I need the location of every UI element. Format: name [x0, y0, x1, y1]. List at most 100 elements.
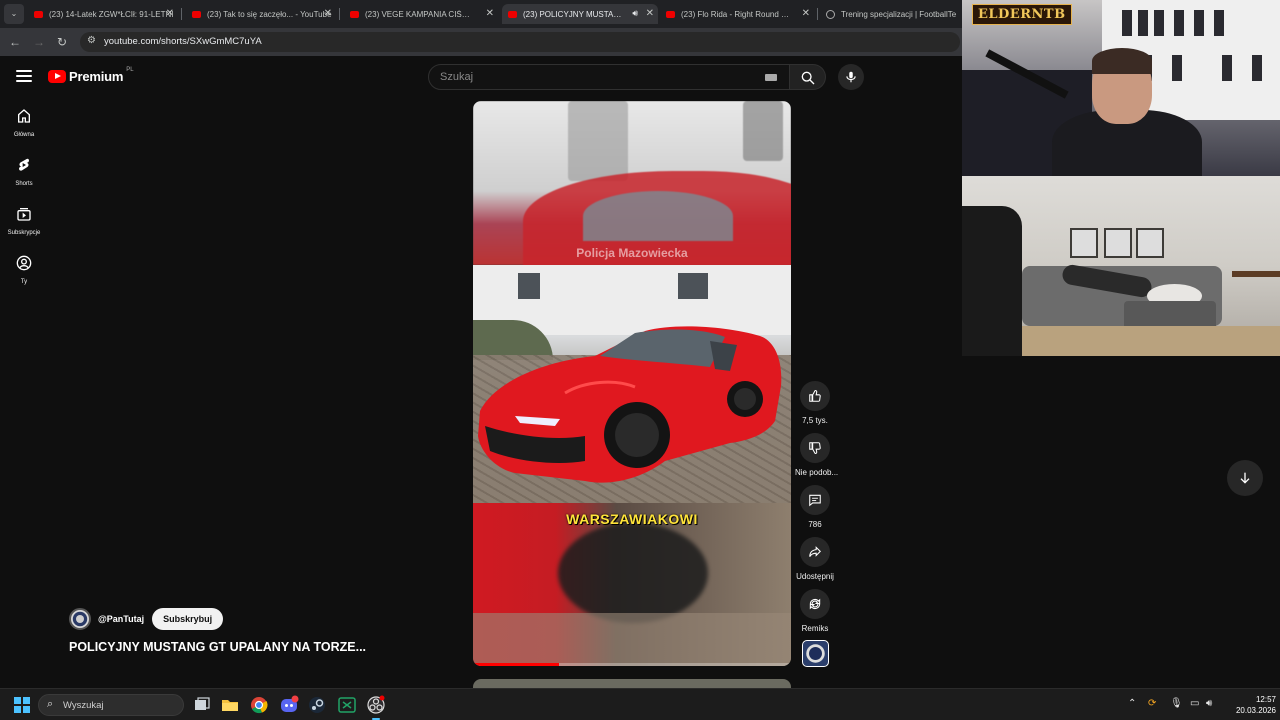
forward-arrow-icon[interactable]: → [30, 33, 48, 51]
sidebar-item-label: Ty [20, 279, 28, 285]
remix-icon [809, 598, 821, 610]
search-placeholder: Szukaj [440, 71, 474, 83]
chevron-up-icon[interactable]: ⌃ [1128, 698, 1136, 709]
share-button[interactable] [800, 537, 830, 567]
search-icon [801, 71, 815, 85]
short-title[interactable]: POLICYJNY MUSTANG GT UPALANY NA TORZE... [69, 640, 366, 654]
excel-icon[interactable] [337, 695, 357, 715]
browser-tab-6[interactable]: Trening specjalizacji | FootballTe [824, 4, 962, 24]
sidebar-item-home[interactable]: Główna [0, 108, 48, 138]
shorts-video-player[interactable]: Policja Mazowiecka WARSZAWIAKOWI [473, 101, 791, 666]
site-info-icon[interactable]: ⚙ [87, 35, 96, 46]
video-top-blurred-frame [473, 101, 791, 271]
streamer-hair [1092, 48, 1152, 74]
subscribe-button[interactable]: Subskrybuj [152, 608, 224, 630]
home-icon [18, 109, 30, 123]
close-tab-icon[interactable]: ✕ [802, 8, 810, 19]
address-bar[interactable]: ⚙ youtube.com/shorts/SXwGmMC7uYA [80, 32, 960, 52]
close-tab-icon[interactable]: ✕ [646, 8, 654, 19]
windows-start-icon[interactable] [14, 697, 30, 713]
tab-title: (23) VEGE KAMPANIA CIŚNIENIA [365, 9, 475, 19]
dining-table [1232, 271, 1280, 277]
wall-frame [1070, 228, 1098, 258]
steam-icon[interactable] [307, 695, 327, 715]
close-tab-icon[interactable]: ✕ [324, 8, 332, 19]
wall-frame [1136, 228, 1164, 258]
sidebar-item-subscriptions[interactable]: Subskrypcje [0, 206, 48, 236]
voice-search-button[interactable] [838, 64, 864, 90]
taskbar-search-input[interactable]: ⌕ Wyszukaj [38, 694, 184, 716]
reload-icon[interactable]: ↻ [53, 33, 71, 51]
search-input[interactable]: Szukaj [428, 64, 790, 90]
tab-search-button[interactable]: ⌄ [4, 4, 24, 24]
hamburger-menu-icon[interactable] [16, 70, 32, 84]
close-tab-icon[interactable]: ✕ [166, 8, 174, 19]
share-label: Udostępnij [796, 572, 834, 581]
remix-action[interactable]: Remiks [795, 589, 835, 633]
room-camera [962, 176, 1280, 356]
video-main-frame [473, 265, 791, 503]
globe-icon [826, 9, 835, 19]
microphone-tray-icon[interactable]: 🎙︎ [1170, 698, 1183, 709]
sidebar-item-label: Główna [13, 132, 35, 138]
dislike-action[interactable]: Nie podob... [795, 433, 839, 477]
keyboard-icon[interactable] [765, 74, 777, 81]
close-tab-icon[interactable]: ✕ [486, 8, 494, 19]
browser-tab-active[interactable]: (23) POLICYJNY MUSTANG 🔊︎ ✕ [502, 4, 658, 24]
taskbar-clock[interactable]: 12:57 20.03.2026 [1220, 694, 1276, 716]
stream-overlay-logo: ELDERNTB [972, 4, 1072, 25]
file-explorer-icon[interactable] [220, 695, 240, 715]
display-icon[interactable]: ▭ [1190, 698, 1199, 709]
dislike-label: Nie podob... [795, 468, 839, 477]
dislike-button[interactable] [800, 433, 830, 463]
update-icon[interactable]: ⟳ [1148, 698, 1156, 709]
like-button[interactable] [800, 381, 830, 411]
remix-button[interactable] [800, 589, 830, 619]
next-short-button[interactable] [1227, 460, 1263, 496]
shorts-icon [19, 158, 29, 171]
like-action[interactable]: 7,5 tys. [795, 381, 835, 425]
tab-title: Trening specjalizacji | FootballTe [841, 9, 957, 19]
sidebar-item-you[interactable]: Ty [0, 255, 48, 285]
remix-label: Remiks [801, 624, 829, 633]
sound-thumbnail[interactable] [802, 640, 829, 667]
task-view-icon[interactable] [192, 695, 212, 715]
youtube-icon [34, 10, 43, 18]
channel-handle[interactable]: @PanTutaj [98, 614, 144, 624]
pantutaj-logo-icon [806, 644, 825, 663]
share-action[interactable]: Udostępnij [795, 537, 835, 581]
video-progress-bar[interactable] [473, 663, 791, 666]
back-arrow-icon[interactable]: ← [6, 33, 24, 51]
channel-avatar[interactable] [69, 608, 91, 630]
red-mustang-image [478, 326, 782, 483]
volume-icon[interactable]: 🔊︎ [1206, 698, 1212, 709]
youtube-page: Premium PL Główna Shorts Subskrypcje Ty … [0, 56, 1263, 688]
search-button[interactable] [790, 64, 826, 90]
search-icon: ⌕ [47, 698, 54, 710]
thumbs-up-icon [809, 390, 821, 402]
youtube-premium-logo[interactable]: Premium PL [48, 67, 134, 84]
audio-playing-icon[interactable]: 🔊︎ [632, 8, 638, 19]
browser-tab-5[interactable]: (23) Flo Rida - Right Round (feat ✕ [662, 4, 814, 24]
youtube-icon [192, 10, 201, 18]
chrome-icon[interactable] [249, 695, 269, 715]
clock-date: 20.03.2026 [1235, 706, 1276, 715]
youtube-play-logo-icon [48, 70, 66, 83]
tab-title: (23) Flo Rida - Right Round (feat [681, 9, 791, 19]
comments-button[interactable] [800, 485, 830, 515]
url-text: youtube.com/shorts/SXwGmMC7uYA [104, 36, 262, 47]
next-short-preview[interactable] [473, 679, 791, 688]
browser-tab-1[interactable]: (23) 14-Latek ZGW*ŁCIł: 91-LETNI ✕ [30, 4, 178, 24]
tab-title: (23) POLICYJNY MUSTANG [523, 9, 623, 19]
comments-action[interactable]: 786 [795, 485, 835, 529]
obs-icon[interactable] [366, 695, 386, 720]
discord-icon[interactable] [279, 695, 299, 715]
browser-tab-2[interactable]: (23) Tak to się zaczęło... - YouTube ✕ [188, 4, 336, 24]
logo-text: Premium [69, 69, 124, 84]
share-arrow-icon [809, 546, 821, 557]
channel-info: @PanTutaj Subskrybuj [69, 608, 224, 630]
browser-tab-3[interactable]: (23) VEGE KAMPANIA CIŚNIENIA ✕ [346, 4, 498, 24]
video-watermark-text: Policja Mazowiecka [576, 246, 688, 260]
tab-separator [181, 8, 182, 20]
sidebar-item-shorts[interactable]: Shorts [0, 157, 48, 187]
